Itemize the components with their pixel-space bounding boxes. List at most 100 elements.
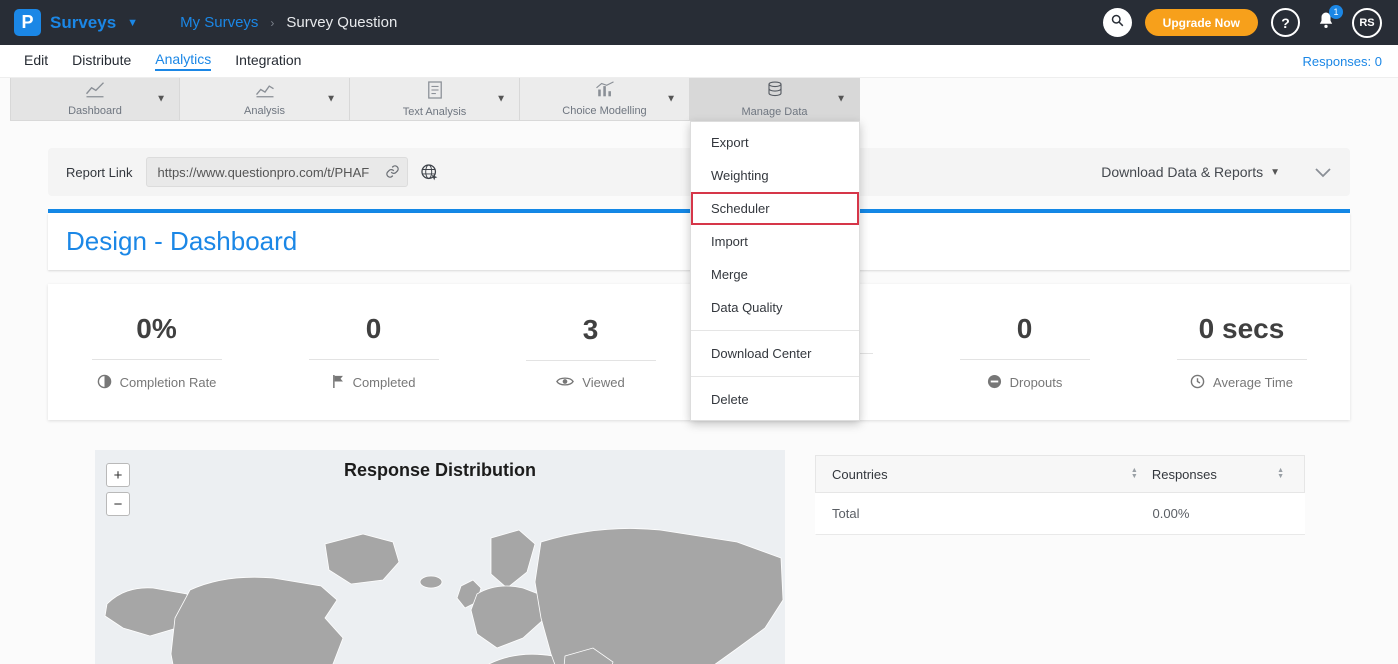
zoom-out-button[interactable]: − bbox=[106, 492, 130, 516]
download-data-reports-dropdown[interactable]: Download Data & Reports ▼ bbox=[1101, 164, 1280, 180]
chevron-down-icon: ▼ bbox=[666, 94, 676, 105]
tab-text-analysis[interactable]: Text Analysis ▼ bbox=[350, 78, 520, 120]
minus-circle-icon bbox=[987, 374, 1002, 392]
stat-viewed: 3 Viewed bbox=[482, 314, 699, 391]
response-distribution-map[interactable]: Response Distribution + − bbox=[95, 450, 785, 664]
breadcrumb-separator-icon: › bbox=[270, 16, 274, 30]
column-header-countries[interactable]: Countries bbox=[832, 467, 888, 482]
screen: P Surveys ▼ My Surveys › Survey Question… bbox=[0, 0, 1398, 664]
menu-item-download-center[interactable]: Download Center bbox=[691, 337, 859, 370]
menu-item-delete[interactable]: Delete bbox=[691, 383, 859, 416]
menu-item-data-quality[interactable]: Data Quality bbox=[691, 291, 859, 324]
report-url-input[interactable] bbox=[146, 157, 408, 187]
surveys-menu[interactable]: P Surveys ▼ bbox=[0, 0, 152, 45]
tab-label: Manage Data bbox=[741, 106, 807, 118]
menu-divider bbox=[691, 330, 859, 331]
upgrade-now-button[interactable]: Upgrade Now bbox=[1145, 9, 1258, 36]
stat-dropouts: 0 Dropouts bbox=[916, 313, 1133, 392]
sort-icon[interactable]: ▲▼ bbox=[1131, 468, 1138, 480]
world-map bbox=[95, 486, 785, 664]
tab-label: Dashboard bbox=[68, 105, 122, 117]
document-icon bbox=[427, 81, 443, 104]
menu-item-weighting[interactable]: Weighting bbox=[691, 159, 859, 192]
notifications-button[interactable]: 1 bbox=[1313, 8, 1339, 37]
cell-country: Total bbox=[832, 506, 859, 521]
breadcrumb: My Surveys › Survey Question bbox=[180, 14, 397, 31]
countries-table: Countries ▲▼ Responses ▲▼ Total 0.00% bbox=[815, 455, 1305, 535]
stat-value: 3 bbox=[526, 314, 656, 361]
cell-responses: 0.00% bbox=[1153, 506, 1190, 521]
breadcrumb-my-surveys[interactable]: My Surveys bbox=[180, 14, 258, 31]
stat-average-time: 0 secs Average Time bbox=[1133, 313, 1350, 392]
flag-icon bbox=[332, 374, 345, 392]
stat-label-text: Viewed bbox=[582, 375, 624, 390]
menu-item-integration[interactable]: Integration bbox=[235, 52, 301, 70]
help-icon: ? bbox=[1281, 15, 1290, 31]
menu-item-edit[interactable]: Edit bbox=[24, 52, 48, 70]
analytics-toolbar: Dashboard ▼ Analysis ▼ Text Analysis ▼ C… bbox=[10, 78, 860, 121]
globe-icon[interactable] bbox=[420, 163, 439, 182]
report-link-label: Report Link bbox=[66, 165, 132, 180]
menu-item-analytics[interactable]: Analytics bbox=[155, 51, 211, 71]
notification-badge: 1 bbox=[1329, 5, 1343, 19]
tab-label: Choice Modelling bbox=[562, 105, 646, 117]
tab-label: Analysis bbox=[244, 105, 285, 117]
collapse-chevron-icon[interactable] bbox=[1314, 167, 1332, 178]
clock-icon bbox=[1190, 374, 1205, 392]
breadcrumb-current: Survey Question bbox=[286, 14, 397, 31]
menu-item-merge[interactable]: Merge bbox=[691, 258, 859, 291]
menu-item-scheduler[interactable]: Scheduler bbox=[691, 192, 859, 225]
stat-value: 0 bbox=[309, 313, 439, 360]
stat-label-text: Completed bbox=[353, 375, 416, 390]
avatar[interactable]: RS bbox=[1352, 8, 1382, 38]
half-circle-icon bbox=[97, 374, 112, 392]
report-url-wrap bbox=[146, 157, 408, 187]
download-label: Download Data & Reports bbox=[1101, 164, 1263, 180]
help-button[interactable]: ? bbox=[1271, 8, 1300, 37]
chevron-down-icon: ▼ bbox=[496, 94, 506, 105]
topbar: P Surveys ▼ My Surveys › Survey Question… bbox=[0, 0, 1398, 45]
brand-label: Surveys bbox=[50, 13, 116, 33]
search-icon bbox=[1110, 13, 1125, 33]
stat-value: 0 bbox=[960, 313, 1090, 360]
tab-analysis[interactable]: Analysis ▼ bbox=[180, 78, 350, 120]
menu-item-import[interactable]: Import bbox=[691, 225, 859, 258]
stat-completed: 0 Completed bbox=[265, 313, 482, 392]
stat-value: 0% bbox=[92, 313, 222, 360]
responses-count[interactable]: Responses: 0 bbox=[1303, 54, 1383, 69]
search-button[interactable] bbox=[1103, 8, 1132, 37]
stat-label-text: Average Time bbox=[1213, 375, 1293, 390]
tab-manage-data[interactable]: Manage Data ▼ bbox=[690, 78, 860, 120]
page-title: Design - Dashboard bbox=[66, 226, 297, 257]
band-right: Download Data & Reports ▼ bbox=[1101, 164, 1332, 180]
chevron-down-icon: ▼ bbox=[127, 17, 138, 29]
link-icon[interactable] bbox=[385, 164, 400, 184]
topbar-actions: Upgrade Now ? 1 RS bbox=[1103, 8, 1398, 38]
line-chart-icon bbox=[254, 81, 276, 103]
chart-icon bbox=[594, 81, 616, 103]
zoom-in-button[interactable]: + bbox=[106, 463, 130, 487]
menu-divider bbox=[691, 376, 859, 377]
chevron-down-icon: ▼ bbox=[836, 94, 846, 105]
database-icon bbox=[766, 80, 784, 104]
tab-dashboard[interactable]: Dashboard ▼ bbox=[10, 78, 180, 120]
questionpro-logo: P bbox=[14, 9, 41, 36]
manage-data-dropdown: Export Weighting Scheduler Import Merge … bbox=[690, 121, 860, 421]
eye-icon bbox=[556, 375, 574, 391]
chevron-down-icon: ▼ bbox=[1270, 167, 1280, 178]
map-title: Response Distribution bbox=[95, 460, 785, 481]
stat-label-text: Dropouts bbox=[1010, 375, 1063, 390]
tab-label: Text Analysis bbox=[403, 106, 467, 118]
menubar: Edit Distribute Analytics Integration Re… bbox=[0, 45, 1398, 78]
table-row: Total 0.00% bbox=[815, 493, 1305, 535]
countries-table-header: Countries ▲▼ Responses ▲▼ bbox=[815, 455, 1305, 493]
stat-value: 0 secs bbox=[1177, 313, 1307, 360]
menu-item-distribute[interactable]: Distribute bbox=[72, 52, 131, 70]
line-chart-icon bbox=[84, 81, 106, 103]
sort-icon[interactable]: ▲▼ bbox=[1277, 468, 1284, 480]
column-header-responses[interactable]: Responses bbox=[1152, 467, 1217, 482]
stat-completion-rate: 0% Completion Rate bbox=[48, 313, 265, 392]
chevron-down-icon: ▼ bbox=[326, 94, 336, 105]
menu-item-export[interactable]: Export bbox=[691, 126, 859, 159]
tab-choice-modelling[interactable]: Choice Modelling ▼ bbox=[520, 78, 690, 120]
